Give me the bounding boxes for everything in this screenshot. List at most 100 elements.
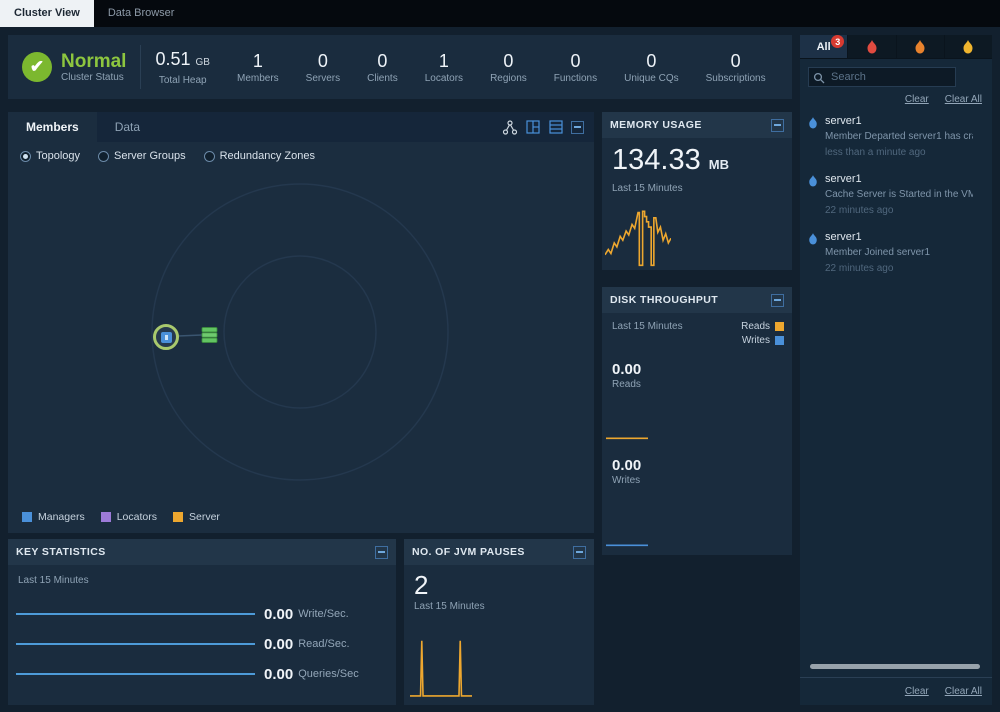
clear-link[interactable]: Clear bbox=[905, 94, 929, 105]
memory-value: 134.33 MB bbox=[612, 144, 782, 181]
legend-server: Server bbox=[173, 511, 220, 523]
disk-period: Last 15 Minutes bbox=[612, 321, 683, 349]
treemap-view-icon[interactable] bbox=[525, 119, 541, 135]
stat-total-heap: 0.51 GB Total Heap bbox=[155, 48, 210, 86]
stat-value: 0.00 bbox=[264, 606, 293, 623]
radio-label: Server Groups bbox=[114, 150, 186, 162]
alert-clear-links: Clear Clear All bbox=[800, 91, 992, 111]
alerts-sidebar: All 3 Clear Clear All bbox=[800, 35, 992, 705]
jvm-pauses-body: 2 Last 15 Minutes bbox=[404, 565, 594, 705]
alerts-footer: Clear Clear All bbox=[800, 677, 992, 705]
clear-all-link[interactable]: Clear All bbox=[945, 94, 982, 105]
stat-label: Clients bbox=[367, 73, 398, 84]
collapse-icon[interactable] bbox=[771, 119, 784, 132]
tab-cluster-view[interactable]: Cluster View bbox=[0, 0, 94, 27]
stat-value: 0 bbox=[490, 50, 527, 72]
stat-value: 0 bbox=[706, 50, 766, 72]
alert-tab-severe[interactable] bbox=[848, 35, 896, 58]
jvm-pauses-widget: NO. OF JVM PAUSES 2 Last 15 Minutes bbox=[404, 539, 594, 705]
alert-search-input[interactable] bbox=[808, 67, 956, 87]
alert-tab-error[interactable] bbox=[897, 35, 945, 58]
alert-tab-warning[interactable] bbox=[945, 35, 992, 58]
topology-view-options: Topology Server Groups Redundancy Zones bbox=[20, 150, 315, 162]
radio-icon bbox=[20, 151, 31, 162]
disk-reads-chart bbox=[606, 398, 648, 440]
flame-icon bbox=[808, 175, 818, 187]
tab-members[interactable]: Members bbox=[8, 112, 97, 142]
collapse-icon[interactable] bbox=[375, 546, 388, 559]
sparkline bbox=[16, 613, 255, 615]
cluster-stats: 0.51 GB Total Heap 1 Members 0 Servers 0… bbox=[155, 48, 765, 86]
jvm-value: 2 bbox=[414, 571, 584, 599]
alert-tab-all[interactable]: All 3 bbox=[800, 35, 848, 58]
memory-usage-chart bbox=[605, 202, 671, 268]
clear-all-link[interactable]: Clear All bbox=[945, 686, 982, 697]
alert-item[interactable]: server1 Member Departed server1 has cras… bbox=[808, 115, 984, 158]
horizontal-scrollbar[interactable] bbox=[810, 664, 980, 669]
stat-value: 0 bbox=[306, 50, 340, 72]
network-view-icon[interactable] bbox=[502, 119, 518, 135]
status-check-icon: ✔ bbox=[22, 52, 52, 82]
view-icons bbox=[502, 112, 594, 142]
alert-item[interactable]: server1 Member Joined server1 22 minutes… bbox=[808, 231, 984, 274]
legend-locators: Locators bbox=[101, 511, 157, 523]
members-panel: Members Data Topology bbox=[8, 112, 594, 533]
collapse-icon[interactable] bbox=[771, 294, 784, 307]
alert-search bbox=[808, 67, 956, 87]
radio-topology[interactable]: Topology bbox=[20, 150, 80, 162]
disk-throughput-widget: DISK THROUGHPUT Last 15 Minutes Reads Wr… bbox=[602, 287, 792, 555]
widget-title: NO. OF JVM PAUSES bbox=[412, 546, 573, 558]
tab-data[interactable]: Data bbox=[97, 112, 158, 142]
alert-time: less than a minute ago bbox=[825, 147, 973, 158]
writes-value: 0.00 bbox=[612, 457, 641, 474]
stat-unique-cqs: 0 Unique CQs bbox=[624, 50, 678, 84]
flame-icon bbox=[866, 40, 878, 54]
reads-value-block: 0.00 Reads bbox=[612, 361, 641, 390]
stat-subscriptions: 0 Subscriptions bbox=[706, 50, 766, 84]
key-statistics-widget: KEY STATISTICS Last 15 Minutes 0.00 Writ… bbox=[8, 539, 396, 705]
legend-label: Managers bbox=[38, 511, 85, 523]
member-node[interactable] bbox=[200, 325, 220, 350]
stat-label: Write/Sec. bbox=[298, 608, 349, 620]
alert-message: Member Departed server1 has crashe... bbox=[825, 131, 973, 142]
stat-label: Locators bbox=[425, 73, 463, 84]
cluster-status-strip: ✔ Normal Cluster Status 0.51 GB Total He… bbox=[8, 35, 792, 99]
topology-legend: Managers Locators Server bbox=[22, 511, 220, 523]
legend-swatch bbox=[775, 336, 784, 345]
alert-item[interactable]: server1 Cache Server is Started in the V… bbox=[808, 173, 984, 216]
alert-title: server1 bbox=[825, 173, 973, 185]
tab-data-browser[interactable]: Data Browser bbox=[94, 0, 189, 27]
stat-label: Servers bbox=[306, 73, 340, 84]
stat-value: 1 bbox=[237, 50, 279, 72]
topology-graph bbox=[8, 142, 594, 533]
pulse-dashboard: Cluster View Data Browser ✔ Normal Clust… bbox=[0, 0, 1000, 712]
legend-swatch bbox=[775, 322, 784, 331]
locator-node[interactable] bbox=[153, 324, 179, 350]
memory-unit: MB bbox=[709, 157, 729, 172]
stat-value: 0 bbox=[367, 50, 398, 72]
legend-label: Reads bbox=[741, 321, 770, 332]
widget-title: MEMORY USAGE bbox=[610, 119, 771, 131]
collapse-icon[interactable] bbox=[571, 121, 584, 134]
disk-throughput-header: DISK THROUGHPUT bbox=[602, 287, 792, 313]
legend-swatch bbox=[173, 512, 183, 522]
radio-icon bbox=[98, 151, 109, 162]
alert-time: 22 minutes ago bbox=[825, 263, 930, 274]
radio-redundancy-zones[interactable]: Redundancy Zones bbox=[204, 150, 315, 162]
stat-label: Total Heap bbox=[155, 75, 210, 86]
stat-value: 0.00 bbox=[264, 666, 293, 683]
clear-link[interactable]: Clear bbox=[905, 686, 929, 697]
legend-writes: Writes bbox=[741, 335, 784, 346]
radio-server-groups[interactable]: Server Groups bbox=[98, 150, 186, 162]
jvm-pauses-chart bbox=[410, 637, 472, 699]
stat-value: 0 bbox=[624, 50, 678, 72]
alert-title: server1 bbox=[825, 115, 973, 127]
status-value: Normal bbox=[61, 52, 126, 72]
flame-icon bbox=[808, 117, 818, 129]
stat-value: 1 bbox=[425, 50, 463, 72]
stat-row-queries: 0.00 Queries/Sec bbox=[16, 663, 390, 685]
collapse-icon[interactable] bbox=[573, 546, 586, 559]
memory-usage-body: 134.33 MB Last 15 Minutes bbox=[602, 138, 792, 270]
jvm-period: Last 15 Minutes bbox=[414, 601, 584, 612]
grid-view-icon[interactable] bbox=[548, 119, 564, 135]
